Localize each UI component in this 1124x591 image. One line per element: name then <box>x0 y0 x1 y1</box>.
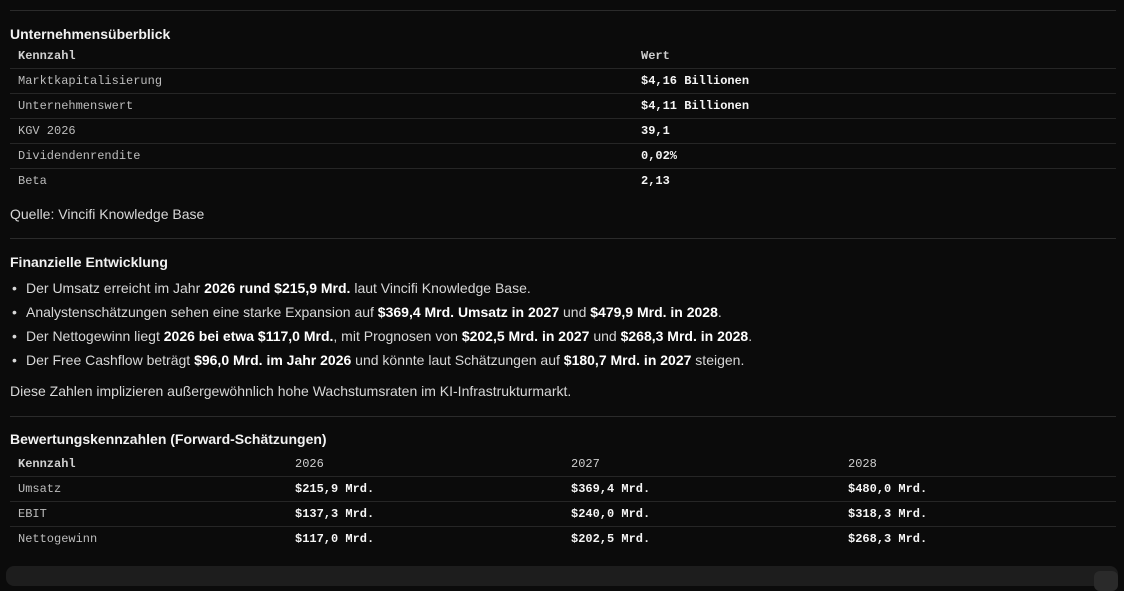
metric-label: Umsatz <box>10 476 287 502</box>
development-list: Der Umsatz erreicht im Jahr 2026 rund $2… <box>10 276 1116 372</box>
metric-label: KGV 2026 <box>10 118 633 144</box>
metric-value: 0,02% <box>633 143 1116 169</box>
divider <box>10 10 1116 11</box>
column-header: Kennzahl <box>10 44 633 69</box>
input-action-button[interactable] <box>1094 571 1118 591</box>
metric-label: EBIT <box>10 501 287 527</box>
column-header: Kennzahl <box>10 452 287 477</box>
table-row: EBIT $137,3 Mrd. $240,0 Mrd. $318,3 Mrd. <box>10 501 1116 527</box>
message-input-bar[interactable] <box>6 566 1118 586</box>
column-header: Wert <box>633 44 1116 69</box>
metric-label: Beta <box>18 174 47 188</box>
metric-value: 39,1 <box>633 118 1116 144</box>
metric-label: Dividendenrendite <box>10 143 633 169</box>
divider <box>10 238 1116 239</box>
valuation-table: Kennzahl 2026 2027 2028 Umsatz $215,9 Mr… <box>10 452 1116 551</box>
metric-value: $4,11 Billionen <box>633 93 1116 119</box>
development-title: Finanzielle Entwicklung <box>10 254 168 270</box>
table-header-row: Kennzahl Wert <box>10 44 1116 69</box>
metric-value: $4,16 Billionen <box>633 68 1116 94</box>
list-item: Analystenschätzungen sehen eine starke E… <box>10 300 1116 324</box>
metric-value: 2,13 <box>641 174 670 188</box>
list-item: Der Umsatz erreicht im Jahr 2026 rund $2… <box>10 276 1116 300</box>
chat-response-content: Unternehmensüberblick Kennzahl Wert Mark… <box>10 0 1116 551</box>
metric-value: $117,0 Mrd. <box>295 532 375 546</box>
metric-label: Marktkapitalisierung <box>10 68 633 94</box>
divider <box>10 416 1116 417</box>
table-row: Unternehmenswert $4,11 Billionen <box>10 93 1116 119</box>
table-row: Marktkapitalisierung $4,16 Billionen <box>10 68 1116 94</box>
table-row: Dividendenrendite 0,02% <box>10 143 1116 169</box>
overview-title: Unternehmensüberblick <box>10 26 171 42</box>
column-header: 2028 <box>840 452 1116 477</box>
summary-text: Diese Zahlen implizieren außergewöhnlich… <box>10 383 572 399</box>
metric-value: $318,3 Mrd. <box>840 501 1116 527</box>
metric-value: $137,3 Mrd. <box>287 501 563 527</box>
table-header-row: Kennzahl 2026 2027 2028 <box>10 452 1116 477</box>
valuation-title: Bewertungskennzahlen (Forward-Schätzunge… <box>10 431 327 447</box>
list-item: Der Nettogewinn liegt 2026 bei etwa $117… <box>10 324 1116 348</box>
metric-value: $480,0 Mrd. <box>840 476 1116 502</box>
metric-label: Nettogewinn <box>18 532 98 546</box>
column-header: 2027 <box>563 452 840 477</box>
table-row: KGV 2026 39,1 <box>10 118 1116 144</box>
column-header: 2026 <box>287 452 563 477</box>
metric-value: $268,3 Mrd. <box>848 532 928 546</box>
metric-value: $215,9 Mrd. <box>287 476 563 502</box>
list-item: Der Free Cashflow beträgt $96,0 Mrd. im … <box>10 348 1116 372</box>
metric-label: Unternehmenswert <box>10 93 633 119</box>
metric-value: $240,0 Mrd. <box>563 501 840 527</box>
table-row: Umsatz $215,9 Mrd. $369,4 Mrd. $480,0 Mr… <box>10 476 1116 502</box>
table-row: Nettogewinn $117,0 Mrd. $202,5 Mrd. $268… <box>10 527 1116 552</box>
table-row: Beta 2,13 <box>10 169 1116 194</box>
source-note: Quelle: Vincifi Knowledge Base <box>10 206 205 222</box>
metric-value: $369,4 Mrd. <box>563 476 840 502</box>
overview-table: Kennzahl Wert Marktkapitalisierung $4,16… <box>10 44 1116 193</box>
metric-value: $202,5 Mrd. <box>571 532 651 546</box>
